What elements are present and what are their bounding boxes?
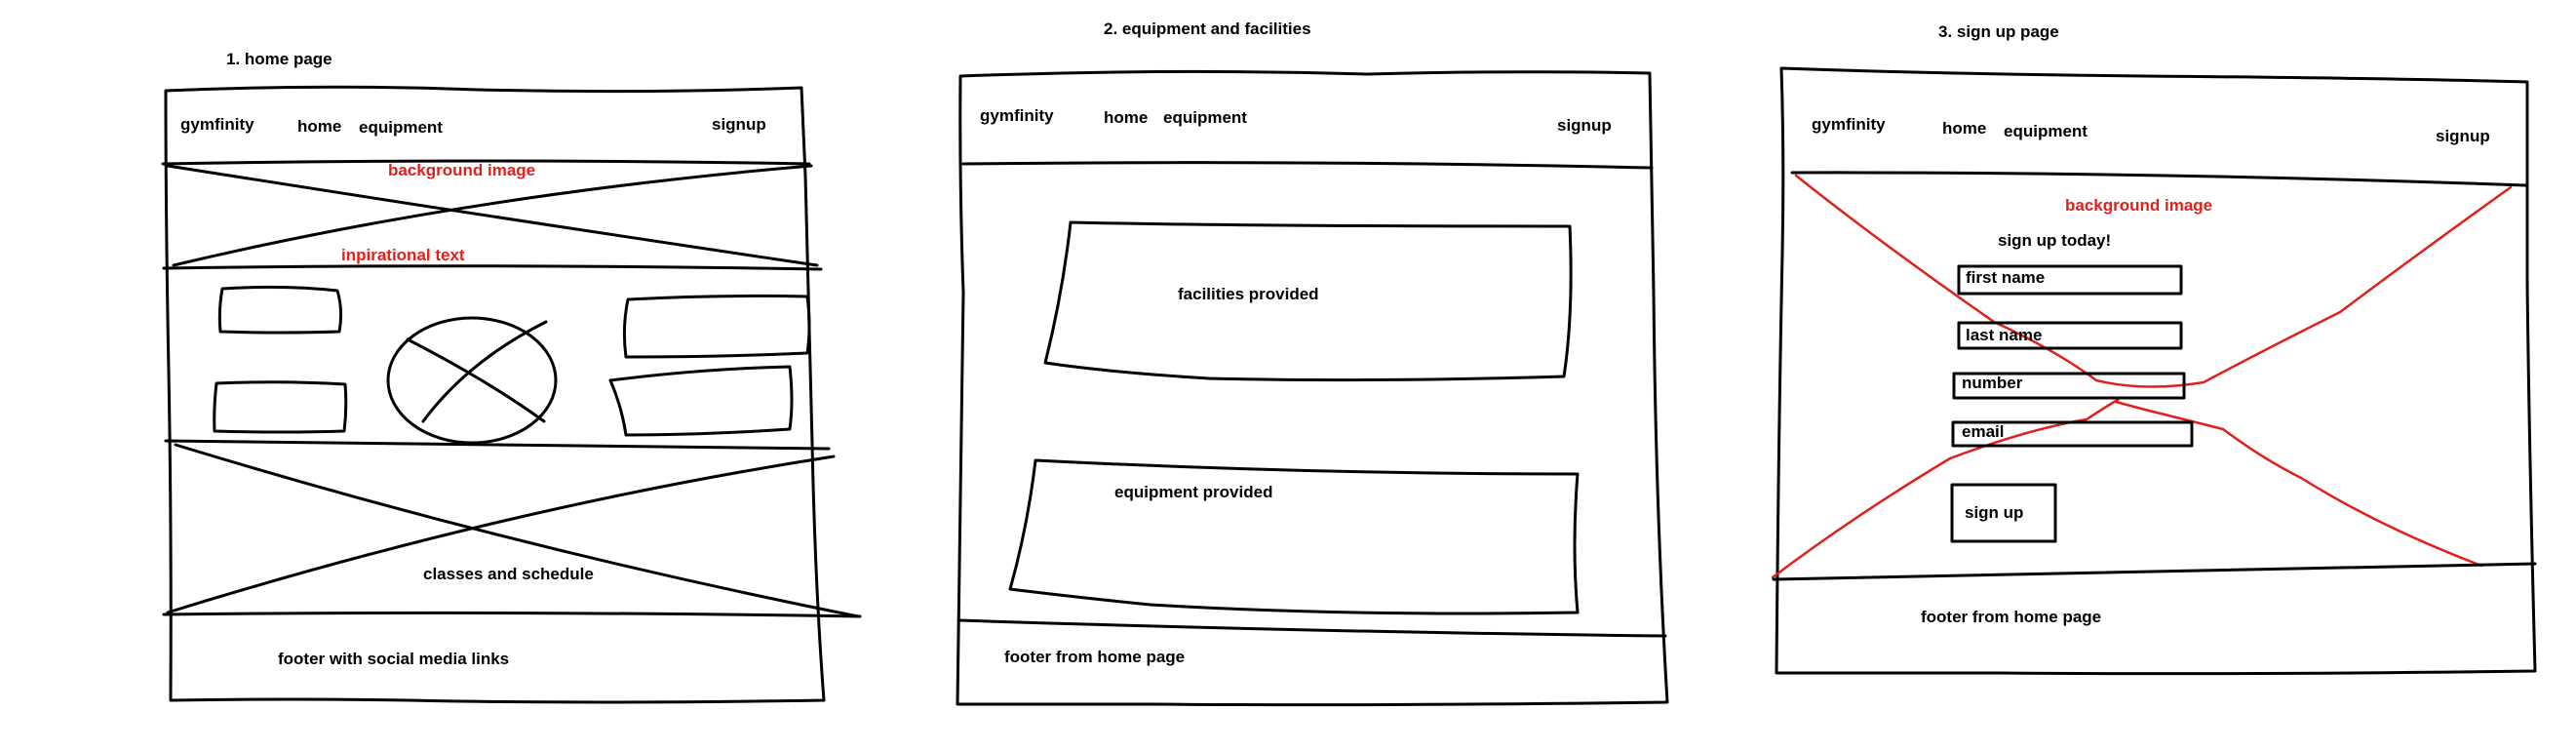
equipment-nav-brand: gymfinity bbox=[980, 106, 1054, 125]
equipment-nav-home: home bbox=[1104, 108, 1148, 127]
equipment-footer-label: footer from home page bbox=[1004, 648, 1185, 666]
home-background-image-label: background image bbox=[388, 161, 535, 179]
signup-footer-top bbox=[1772, 562, 2537, 581]
signup-background-image-label: background image bbox=[2065, 196, 2212, 215]
signup-page-wireframe: 3. sign up page gymfinity home equipment… bbox=[1771, 22, 2537, 676]
home-small-box-br bbox=[608, 365, 794, 437]
signup-nav-home: home bbox=[1942, 119, 1986, 138]
last-name-field-label: last name bbox=[1966, 326, 2042, 344]
home-page-wireframe: 1. home page gymfinity home equipment si… bbox=[161, 50, 862, 704]
home-classes-top bbox=[164, 439, 831, 451]
equipment-nav-signup: signup bbox=[1557, 116, 1612, 135]
home-small-box-bl bbox=[213, 380, 348, 434]
number-field-label: number bbox=[1962, 374, 2023, 392]
home-footer-label: footer with social media links bbox=[278, 650, 509, 668]
home-nav-equipment: equipment bbox=[359, 118, 443, 137]
equipment-nav-equipment: equipment bbox=[1163, 108, 1247, 127]
first-name-field-label: first name bbox=[1966, 268, 2045, 287]
equipment-page-title: 2. equipment and facilities bbox=[1104, 20, 1311, 38]
signup-bg-cross-b bbox=[1771, 398, 2483, 579]
home-small-box-tl bbox=[217, 285, 343, 335]
wireframe-sketch-canvas: 1. home page gymfinity home equipment si… bbox=[161, 20, 2537, 707]
signup-nav-equipment: equipment bbox=[2004, 122, 2088, 140]
home-image-placeholder-cross-b bbox=[421, 320, 548, 423]
home-hero-bottom bbox=[162, 264, 823, 271]
signup-nav-signup: signup bbox=[2436, 127, 2490, 145]
facilities-provided-label: facilities provided bbox=[1178, 285, 1319, 303]
home-image-placeholder-cross-a bbox=[406, 337, 546, 423]
home-image-placeholder-circle bbox=[386, 316, 558, 445]
home-classes-bottom bbox=[162, 611, 862, 618]
home-classes-label: classes and schedule bbox=[423, 565, 594, 583]
signup-submit-button-label: sign up bbox=[1965, 503, 2023, 522]
home-nav-brand: gymfinity bbox=[180, 115, 254, 134]
equipment-footer-top bbox=[956, 618, 1667, 638]
home-nav-signup: signup bbox=[712, 115, 766, 134]
home-nav-home: home bbox=[297, 117, 341, 136]
home-small-box-tr bbox=[622, 294, 811, 359]
home-inspirational-text: inpirational text bbox=[341, 246, 465, 264]
signup-nav-brand: gymfinity bbox=[1812, 115, 1886, 134]
equipment-provided-label: equipment provided bbox=[1114, 483, 1272, 501]
email-field-label: email bbox=[1962, 422, 2004, 441]
signup-nav-divider bbox=[1790, 171, 2527, 187]
signup-footer-label: footer from home page bbox=[1921, 608, 2101, 626]
equipment-page-wireframe: 2. equipment and facilities gymfinity ho… bbox=[956, 20, 1669, 707]
equipment-provided-box bbox=[1008, 458, 1580, 615]
equipment-nav-divider bbox=[961, 161, 1654, 170]
home-hero-cross-a bbox=[166, 164, 819, 267]
signup-page-frame bbox=[1775, 66, 2537, 676]
signup-page-title: 3. sign up page bbox=[1938, 22, 2059, 41]
home-page-title: 1. home page bbox=[226, 50, 332, 68]
signup-heading: sign up today! bbox=[1998, 231, 2111, 250]
